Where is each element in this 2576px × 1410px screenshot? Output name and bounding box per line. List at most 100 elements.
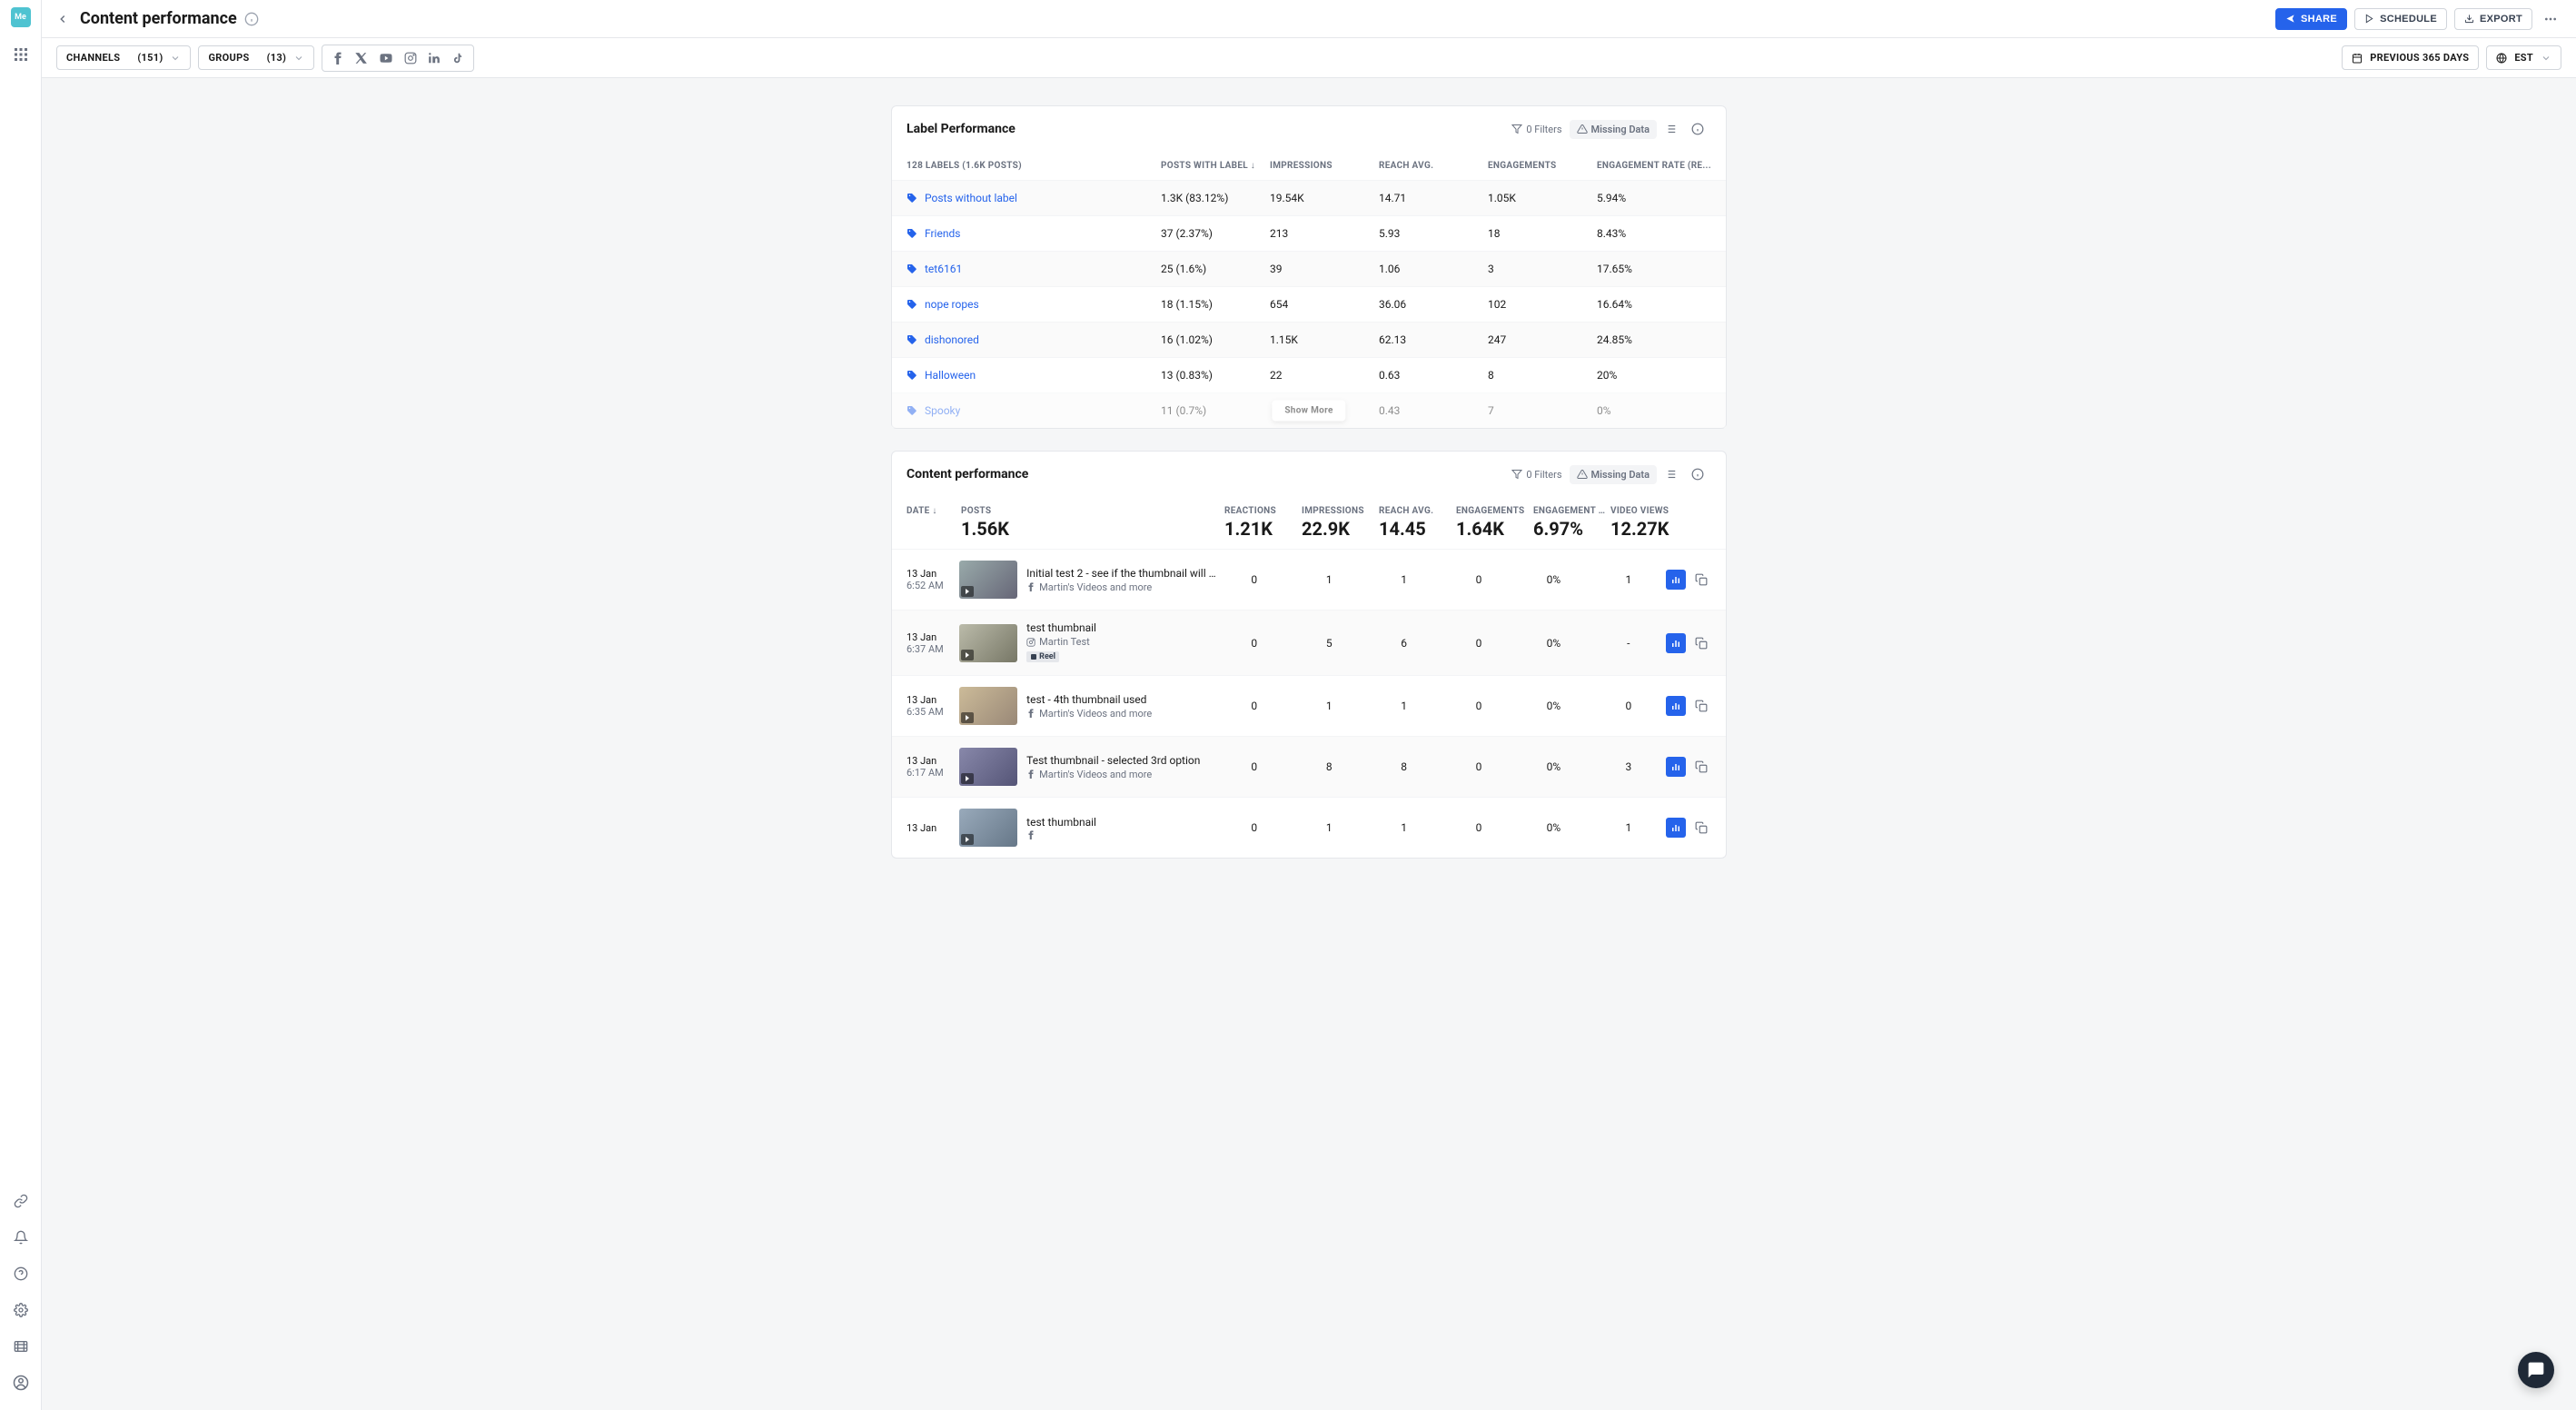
- schedule-button[interactable]: Schedule: [2354, 8, 2447, 30]
- analytics-button[interactable]: [1666, 570, 1686, 590]
- panel-title: Label Performance: [907, 122, 1016, 136]
- list-view-button[interactable]: [1657, 464, 1684, 484]
- copy-button[interactable]: [1691, 633, 1711, 653]
- table-row[interactable]: Spooky 11 (0.7%) 0.43 7 0% Show More: [892, 392, 1726, 428]
- post-thumbnail[interactable]: [959, 748, 1017, 786]
- user-icon[interactable]: [12, 1374, 30, 1392]
- video-badge-icon: [961, 773, 974, 784]
- cell-engagements: 0: [1442, 637, 1516, 650]
- cell-engagements: 1.05K: [1488, 192, 1597, 204]
- label-link[interactable]: tet6161: [907, 263, 1161, 275]
- cell-er: 5.94%: [1597, 192, 1742, 204]
- col-posts[interactable]: Posts with Label ↓: [1161, 161, 1270, 171]
- channels-dropdown[interactable]: Channels (151): [56, 45, 191, 70]
- cell-impressions: 1: [1292, 821, 1366, 834]
- link-icon[interactable]: [12, 1192, 30, 1210]
- cell-reach: 1.06: [1379, 263, 1488, 275]
- cell-impressions: 5: [1292, 637, 1366, 650]
- label-link[interactable]: Halloween: [907, 369, 1161, 382]
- post-thumbnail[interactable]: [959, 687, 1017, 725]
- table-header: 128 Labels (1.6K Posts) Posts with Label…: [892, 152, 1726, 180]
- post-row[interactable]: 13 Jan6:37 AM test thumbnail Martin Test…: [892, 610, 1726, 675]
- col-er[interactable]: Engagement Rate (Re...: [1597, 161, 1742, 171]
- sidebar: Me: [0, 0, 42, 1410]
- copy-button[interactable]: [1691, 757, 1711, 777]
- tiktok-icon[interactable]: [451, 52, 464, 65]
- table-row[interactable]: Friends 37 (2.37%) 213 5.93 18 8.43%: [892, 215, 1726, 251]
- info-icon[interactable]: [244, 12, 259, 26]
- filters-button[interactable]: 0 Filters: [1504, 120, 1569, 139]
- post-thumbnail[interactable]: [959, 561, 1017, 599]
- label-link[interactable]: nope ropes: [907, 298, 1161, 311]
- table-row[interactable]: nope ropes 18 (1.15%) 654 36.06 102 16.6…: [892, 286, 1726, 322]
- cell-posts: 11 (0.7%): [1161, 404, 1270, 417]
- post-thumbnail[interactable]: [959, 624, 1017, 662]
- help-icon[interactable]: [12, 1265, 30, 1283]
- settings-icon[interactable]: [12, 1301, 30, 1319]
- label-link[interactable]: Posts without label: [907, 192, 1161, 204]
- cell-engagements: 18: [1488, 227, 1597, 240]
- missing-data-button[interactable]: Missing Data: [1570, 120, 1657, 139]
- instagram-icon[interactable]: [404, 52, 417, 65]
- chat-widget[interactable]: [2518, 1352, 2554, 1388]
- panel-info-button[interactable]: [1684, 464, 1711, 484]
- logo[interactable]: Me: [11, 7, 31, 27]
- bell-icon[interactable]: [12, 1228, 30, 1246]
- analytics-button[interactable]: [1666, 696, 1686, 716]
- video-icon[interactable]: [12, 1337, 30, 1355]
- post-row[interactable]: 13 Jan test thumbnail 0 1 1 0 0% 1: [892, 797, 1726, 858]
- tag-icon: [907, 263, 917, 274]
- timezone-dropdown[interactable]: EST: [2486, 45, 2561, 70]
- metric-date-label[interactable]: Date ↓: [907, 506, 961, 516]
- date-range-dropdown[interactable]: Previous 365 Days: [2342, 45, 2479, 70]
- post-row[interactable]: 13 Jan6:52 AM Initial test 2 - see if th…: [892, 549, 1726, 610]
- cell-posts: 37 (2.37%): [1161, 227, 1270, 240]
- export-button[interactable]: Export: [2454, 8, 2532, 30]
- facebook-icon: [1026, 709, 1035, 718]
- filters-button[interactable]: 0 Filters: [1504, 465, 1569, 484]
- more-menu-button[interactable]: [2540, 8, 2561, 30]
- show-more-button[interactable]: Show More: [1272, 401, 1345, 422]
- list-view-button[interactable]: [1657, 119, 1684, 139]
- groups-dropdown[interactable]: Groups (13): [198, 45, 314, 70]
- table-row[interactable]: dishonored 16 (1.02%) 1.15K 62.13 247 24…: [892, 322, 1726, 357]
- label-link[interactable]: dishonored: [907, 333, 1161, 346]
- content-performance-panel: Content performance 0 Filters Missing Da…: [891, 451, 1727, 859]
- facebook-icon: [1026, 830, 1035, 839]
- post-thumbnail[interactable]: [959, 809, 1017, 847]
- cell-posts: 13 (0.83%): [1161, 369, 1270, 382]
- table-row[interactable]: Halloween 13 (0.83%) 22 0.63 8 20%: [892, 357, 1726, 392]
- copy-button[interactable]: [1691, 818, 1711, 838]
- table-row[interactable]: Posts without label 1.3K (83.12%) 19.54K…: [892, 180, 1726, 215]
- label-link[interactable]: Friends: [907, 227, 1161, 240]
- col-impressions[interactable]: Impressions: [1270, 161, 1379, 171]
- share-button[interactable]: Share: [2275, 8, 2347, 30]
- post-row[interactable]: 13 Jan6:35 AM test - 4th thumbnail used …: [892, 675, 1726, 736]
- analytics-button[interactable]: [1666, 633, 1686, 653]
- col-labels[interactable]: 128 Labels (1.6K Posts): [907, 161, 1161, 171]
- copy-button[interactable]: [1691, 570, 1711, 590]
- facebook-icon[interactable]: [332, 52, 344, 65]
- col-reach[interactable]: Reach Avg.: [1379, 161, 1488, 171]
- post-date: 13 Jan6:35 AM: [907, 694, 959, 718]
- chevron-down-icon: [170, 53, 181, 64]
- post-row[interactable]: 13 Jan6:17 AM Test thumbnail - selected …: [892, 736, 1726, 797]
- table-row[interactable]: tet6161 25 (1.6%) 39 1.06 3 17.65%: [892, 251, 1726, 286]
- analytics-button[interactable]: [1666, 818, 1686, 838]
- label-link[interactable]: Spooky: [907, 404, 1161, 417]
- cell-posts: 16 (1.02%): [1161, 333, 1270, 346]
- youtube-icon[interactable]: [379, 52, 393, 65]
- x-twitter-icon[interactable]: [355, 52, 368, 65]
- back-button[interactable]: [56, 13, 69, 25]
- missing-data-button[interactable]: Missing Data: [1570, 465, 1657, 484]
- analytics-button[interactable]: [1666, 757, 1686, 777]
- panel-info-button[interactable]: [1684, 119, 1711, 139]
- col-engagements[interactable]: Engagements: [1488, 161, 1597, 171]
- cell-reach: 0.63: [1379, 369, 1488, 382]
- instagram-icon: [1026, 638, 1035, 647]
- post-account: Martin's Videos and more: [1039, 708, 1152, 720]
- apps-icon[interactable]: [12, 45, 30, 64]
- linkedin-icon[interactable]: [428, 52, 441, 65]
- copy-button[interactable]: [1691, 696, 1711, 716]
- cell-engagements: 0: [1442, 700, 1516, 712]
